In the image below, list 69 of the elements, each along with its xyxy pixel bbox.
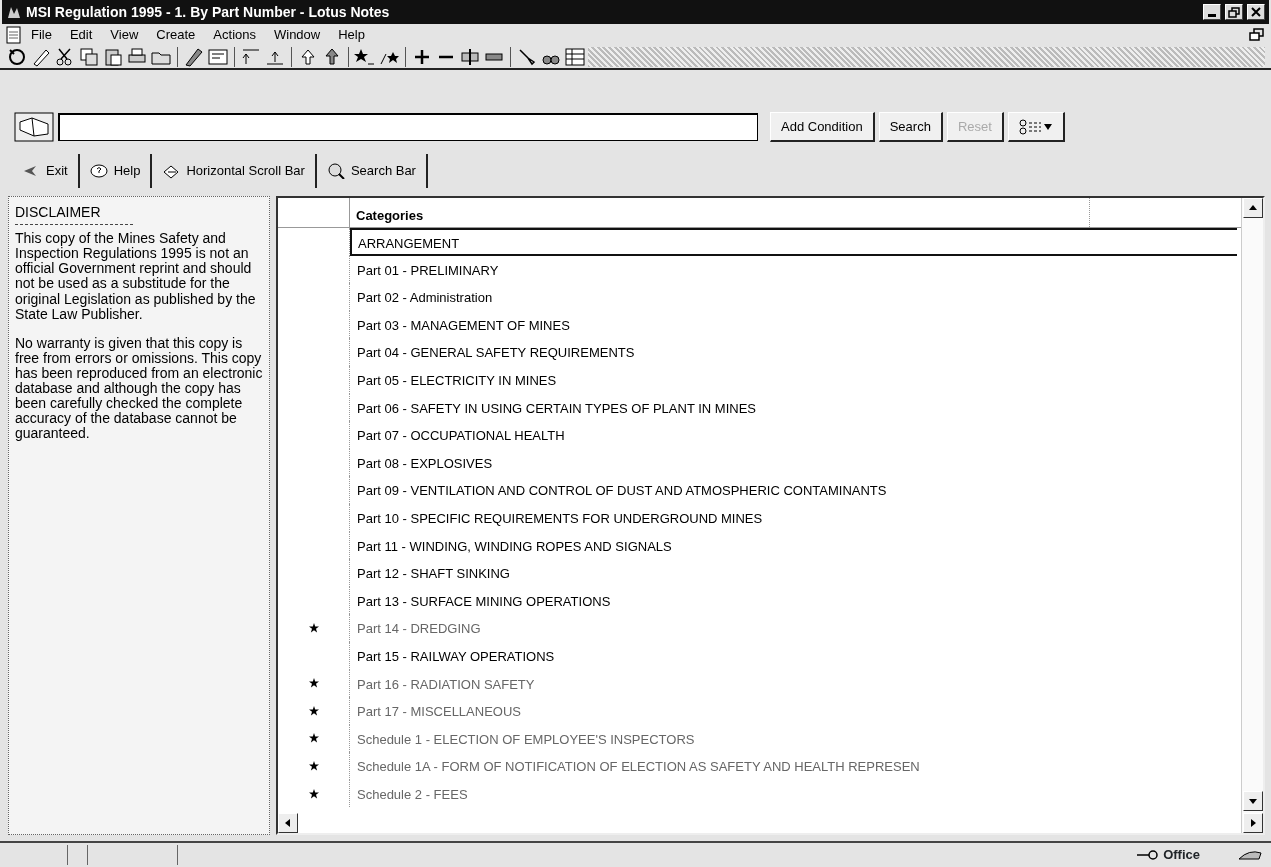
copy-icon[interactable] bbox=[78, 46, 100, 68]
down-arrow-icon bbox=[1249, 797, 1257, 805]
action-button[interactable]: Horizontal Scroll Bar bbox=[152, 154, 317, 188]
category-row[interactable]: Part 08 - EXPLOSIVES bbox=[350, 448, 1237, 477]
up-arrow-icon bbox=[1249, 204, 1257, 212]
column-header[interactable]: Categories bbox=[350, 198, 1090, 227]
right-arrow-icon bbox=[1249, 819, 1257, 827]
category-row[interactable]: Part 04 - GENERAL SAFETY REQUIREMENTS bbox=[350, 338, 1237, 366]
document-icon bbox=[6, 26, 22, 44]
restore-window-icon[interactable] bbox=[1249, 28, 1265, 42]
restore-icon bbox=[1228, 6, 1240, 18]
category-row[interactable]: Part 05 - ELECTRICITY IN MINES bbox=[350, 365, 1237, 394]
category-row[interactable]: Part 03 - MANAGEMENT OF MINES bbox=[350, 310, 1237, 339]
menu-item[interactable]: Edit bbox=[60, 25, 102, 45]
action-button[interactable]: Search Bar bbox=[316, 154, 428, 188]
minimize-button[interactable] bbox=[1203, 4, 1221, 20]
menu-item[interactable]: Actions bbox=[204, 25, 265, 45]
left-arrow-icon bbox=[284, 819, 292, 827]
search-option-button[interactable]: Add Condition bbox=[770, 112, 875, 142]
category-row[interactable]: Part 11 - WINDING, WINDING ROPES AND SIGNALS bbox=[350, 531, 1237, 560]
category-row[interactable]: ARRANGEMENT bbox=[350, 228, 1237, 256]
close-button[interactable] bbox=[1247, 4, 1265, 20]
category-row[interactable]: Part 10 - SPECIFIC REQUIREMENTS FOR UNDERGROUND MINES bbox=[350, 503, 1237, 532]
form-icon[interactable] bbox=[207, 46, 229, 68]
vertical-scrollbar[interactable] bbox=[1241, 198, 1263, 833]
category-row[interactable]: Schedule 1 - ELECTION OF EMPLOYEE'S INSPECTORS bbox=[350, 724, 1237, 753]
scroll-left-button[interactable] bbox=[278, 813, 298, 833]
table-icon[interactable] bbox=[564, 46, 586, 68]
category-row[interactable]: Part 07 - OCCUPATIONAL HEALTH bbox=[350, 421, 1237, 449]
menu-item[interactable]: Create bbox=[147, 25, 205, 45]
search-option-button[interactable]: Search bbox=[878, 112, 943, 142]
category-row[interactable]: Part 01 - PRELIMINARY bbox=[350, 255, 1237, 284]
scroll-up-button[interactable] bbox=[1243, 198, 1263, 218]
action-button[interactable]: Help bbox=[79, 154, 153, 188]
category-row[interactable]: Part 02 - Administration bbox=[350, 283, 1237, 311]
category-row[interactable]: Part 15 - RAILWAY OPERATIONS bbox=[350, 641, 1237, 670]
minimize-icon bbox=[1208, 14, 1216, 17]
disclaimer-text: No warranty is given that this copy is free from errors or omissions. This copy has been reproduced from an electronic database and although the copy has been carefully checked the complete accuracy of the database cannot be guaranteed. bbox=[15, 335, 263, 442]
options-icon bbox=[1018, 119, 1053, 136]
scroll-right-button[interactable] bbox=[1243, 813, 1263, 833]
disclaimer-text: This copy of the Mines Safety and Inspection Regulations 1995 is not an official Government reprint and should not be used as a substitude for the original Legislation as published by the State Law Publisher. bbox=[15, 231, 257, 322]
category-row[interactable]: Part 17 - MISCELLANEOUS bbox=[350, 697, 1237, 725]
close-icon bbox=[1250, 6, 1262, 18]
category-row[interactable]: Part 12 - SHAFT SINKING bbox=[350, 559, 1237, 587]
menu-item[interactable]: Help bbox=[329, 25, 374, 45]
category-row[interactable]: Schedule 2 - FEES bbox=[350, 779, 1237, 808]
menu-item[interactable]: Window bbox=[265, 25, 330, 45]
category-row[interactable]: Schedule 1A - FORM OF NOTIFICATION OF ELECTION AS SAFETY AND HEALTH REPRESEN bbox=[350, 752, 1237, 780]
refresh-icon[interactable] bbox=[6, 46, 28, 68]
disclaimer-title: DISCLAIMER bbox=[15, 205, 102, 221]
scroll-down-button[interactable] bbox=[1243, 791, 1263, 811]
category-row[interactable]: Part 16 - RADIATION SAFETY bbox=[350, 669, 1237, 698]
category-row[interactable]: Part 06 - SAFETY IN USING CERTAIN TYPES OF PLANT IN MINES bbox=[350, 393, 1237, 422]
search-field[interactable] bbox=[58, 113, 758, 141]
menu-item[interactable]: View bbox=[101, 25, 148, 45]
location-button[interactable]: Office bbox=[1162, 844, 1201, 866]
magnifier-icon bbox=[326, 163, 345, 179]
options-button[interactable] bbox=[1007, 112, 1065, 142]
paste-icon[interactable] bbox=[102, 46, 124, 68]
restore-button[interactable] bbox=[1225, 4, 1243, 20]
menu-item[interactable]: File bbox=[22, 25, 61, 45]
action-button[interactable]: Exit bbox=[12, 154, 80, 188]
help-icon bbox=[89, 163, 108, 179]
key-icon bbox=[1135, 848, 1160, 862]
window-title: MSI Regulation 1995 - 1. By Part Number - Lotus Notes bbox=[26, 2, 391, 22]
pen-icon[interactable] bbox=[183, 46, 205, 68]
category-row[interactable]: Part 14 - DREDGING bbox=[350, 614, 1237, 642]
category-row[interactable]: Part 13 - SURFACE MINING OPERATIONS bbox=[350, 586, 1237, 615]
category-row[interactable]: Part 09 - VENTILATION AND CONTROL OF DUST AND ATMOSPHERIC CONTAMINANTS bbox=[350, 476, 1237, 504]
